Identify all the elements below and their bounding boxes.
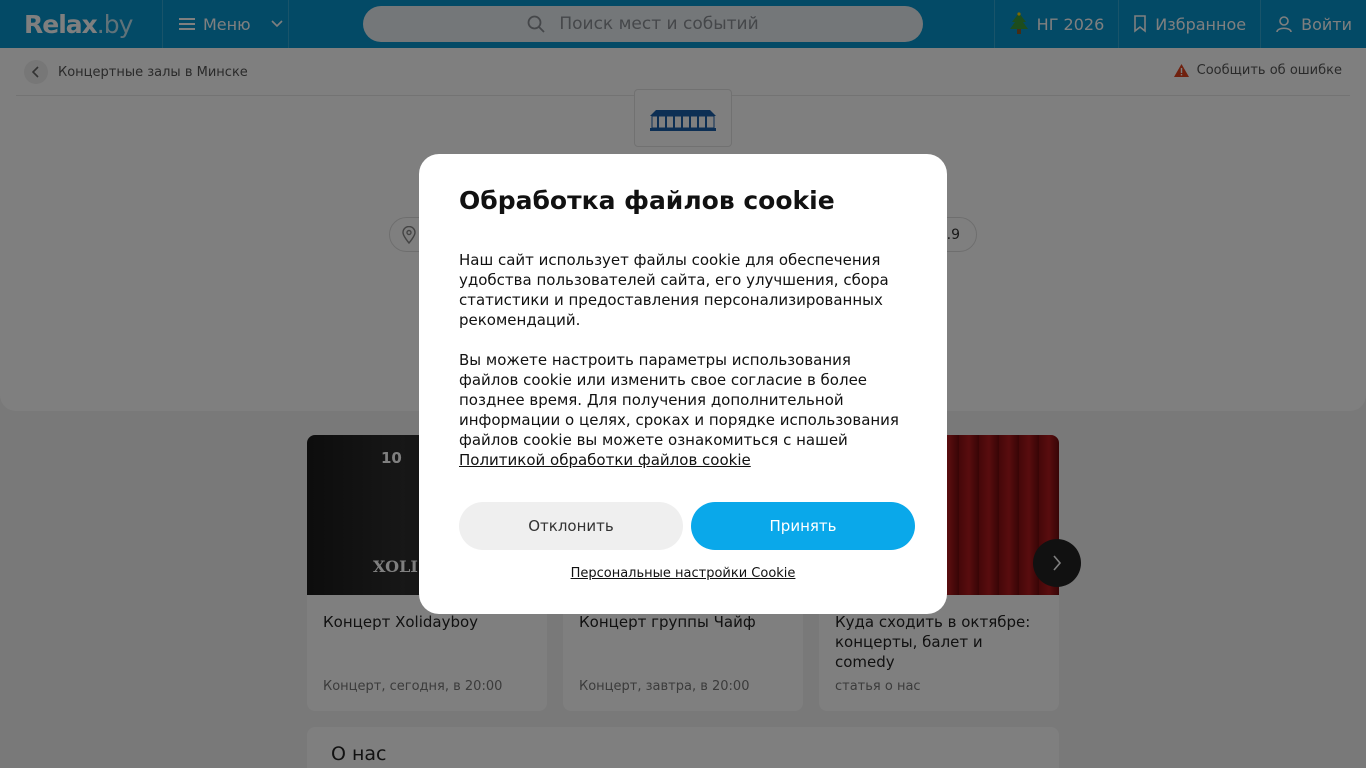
cookie-modal-body: Наш сайт использует файлы cookie для обе…: [459, 250, 907, 470]
cookie-actions: Отклонить Принять: [459, 502, 915, 550]
cookie-modal: Обработка файлов cookie Наш сайт использ…: [419, 154, 947, 614]
cookie-paragraph-2: Вы можете настроить параметры использова…: [459, 351, 899, 449]
cookie-paragraph-1: Наш сайт использует файлы cookie для обе…: [459, 251, 889, 329]
cookie-modal-title: Обработка файлов cookie: [459, 186, 835, 215]
accept-button[interactable]: Принять: [691, 502, 915, 550]
cookie-policy-link[interactable]: Политикой обработки файлов cookie: [459, 451, 751, 469]
cookie-settings-link[interactable]: Персональные настройки Cookie: [419, 566, 947, 581]
decline-button[interactable]: Отклонить: [459, 502, 683, 550]
